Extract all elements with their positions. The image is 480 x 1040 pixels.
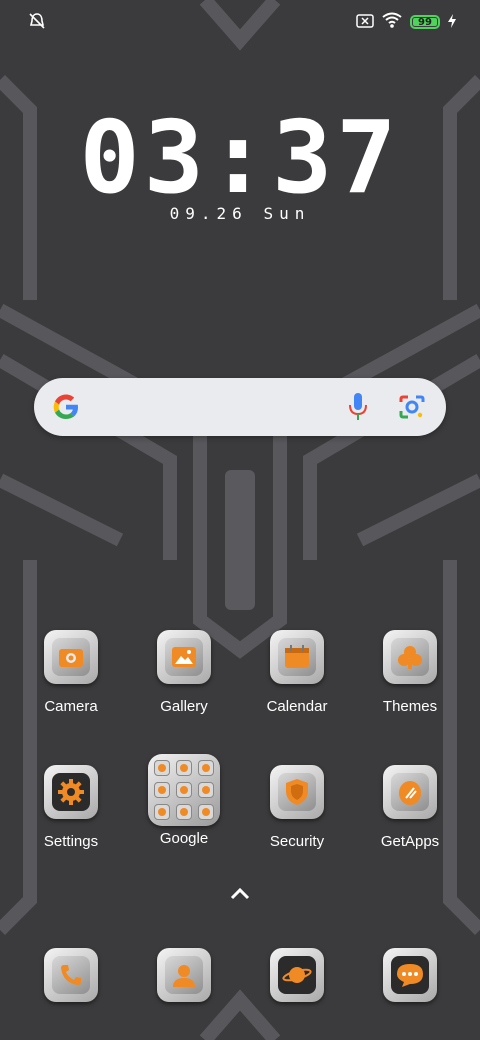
themes-icon [398,646,422,669]
app-label: Gallery [160,698,208,715]
app-label: Themes [382,698,438,715]
calendar-icon [285,645,309,668]
clock-date[interactable]: 09.26 Sun [0,204,480,223]
app-camera[interactable]: Camera [21,630,121,715]
app-label: Google [159,830,209,847]
charging-bolt-icon [448,13,456,32]
app-label: Security [269,833,325,850]
google-lens-icon[interactable] [398,394,426,420]
screen-cast-off-icon [356,13,374,32]
dock-messages[interactable] [360,948,460,1002]
app-label: GetApps [380,833,440,850]
dock-phone[interactable] [21,948,121,1002]
app-themes[interactable]: Themes [360,630,460,715]
phone-icon [61,965,81,985]
getapps-icon [399,781,421,805]
contacts-icon [173,965,195,987]
shield-icon [286,779,308,805]
dock-browser[interactable] [247,948,347,1002]
app-calendar[interactable]: Calendar [247,630,347,715]
app-security[interactable]: Security [247,765,347,850]
battery-level: 99 [418,17,432,28]
chevron-up-icon[interactable] [228,886,252,902]
wifi-icon [382,12,402,32]
alarm-off-icon [28,12,46,34]
browser-planet-icon [282,967,312,983]
app-label: Settings [43,833,99,850]
messages-icon [397,964,423,987]
app-gallery[interactable]: Gallery [134,630,234,715]
clock-time[interactable]: 03:37 [0,108,480,208]
google-search-bar[interactable] [34,378,446,436]
mic-icon[interactable] [348,392,368,422]
dock-contacts[interactable] [134,948,234,1002]
app-settings[interactable]: Settings [21,765,121,850]
gear-icon [58,779,84,805]
app-label: Calendar [266,698,328,715]
app-folder-google[interactable]: Google [134,754,234,847]
camera-icon [59,649,83,667]
app-getapps[interactable]: GetApps [360,765,460,850]
folder-icon [148,754,220,826]
google-g-icon [53,394,78,419]
app-label: Camera [44,698,98,715]
status-bar: 99 [0,0,480,40]
battery-indicator: 99 [410,15,440,29]
gallery-icon [172,647,196,667]
